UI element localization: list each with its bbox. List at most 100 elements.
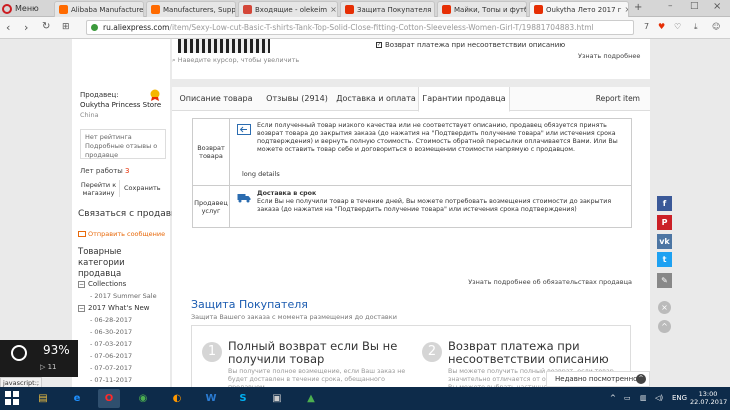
product-image[interactable] (178, 39, 270, 53)
guarantee-label: Возврат товара (193, 119, 230, 185)
seller-name-link[interactable]: Oukytha Princess Store (80, 101, 161, 109)
app-window-icon[interactable]: ▣ (266, 389, 288, 408)
category-label: 07-03-2017 (94, 340, 133, 348)
category-subitem[interactable]: - 07-11-2017 (78, 374, 157, 386)
browser-tab[interactable]: Входящие - olekeim × (238, 1, 338, 17)
gmail-favicon-icon (243, 5, 252, 14)
years-of-work: Лет работы 3 (80, 167, 130, 175)
browser-tab[interactable]: Майки, Топы и футб × (437, 1, 527, 17)
page-content: ⌕ Наведите курсор, чтобы увеличить ✓ Возв… (0, 39, 730, 387)
menu-label: Меню (15, 4, 39, 13)
chrome-icon[interactable]: ◉ (132, 389, 154, 408)
volume-icon[interactable]: ◁) (655, 387, 663, 410)
new-tab-button[interactable]: + (634, 2, 642, 13)
tab-label: Alibaba Manufacturer (71, 5, 144, 14)
goto-store-button[interactable]: Перейти к магазину (78, 180, 120, 197)
close-tab-icon[interactable]: × (624, 5, 628, 14)
protection-item-title: Возврат платежа при несоответствии описа… (448, 339, 609, 366)
system-clock[interactable]: 13:00 22.07.2017 (690, 390, 727, 406)
file-explorer-icon[interactable]: ▤ (32, 389, 54, 408)
send-message-link[interactable]: Отправить сообщение (78, 230, 165, 238)
category-subitem[interactable]: - 07-03-2017 (78, 338, 157, 350)
guarantee-text: Если полученный товар низкого качества и… (257, 122, 618, 153)
opera-menu-button[interactable]: Меню (2, 2, 44, 15)
browser-tab[interactable]: Защита Покупателя× (340, 1, 435, 17)
app-icon[interactable]: ▲ (300, 389, 322, 408)
medal-icon (150, 89, 160, 101)
category-item[interactable]: − Collections (78, 278, 157, 290)
category-item[interactable]: −2017 What's New (78, 302, 157, 314)
protection-item-text: Вы получите полное возмещение, если Ваш … (228, 368, 406, 387)
monitor-icon[interactable]: ▭ (624, 387, 631, 410)
category-subitem[interactable]: - 2017 Summer Sale (78, 290, 157, 302)
opera-taskbar-icon[interactable]: O (98, 389, 120, 408)
app-icon[interactable]: ◐ (166, 389, 188, 408)
extension-badge[interactable]: 7 (644, 22, 649, 31)
category-subitem[interactable]: - 06-30-2017 (78, 326, 157, 338)
tab-shipping[interactable]: Доставка и оплата (334, 87, 418, 111)
guarantee-row-delivery: Продавец услуг Доставка в срок Если Вы н… (193, 186, 631, 228)
twitter-share-icon[interactable]: t (657, 252, 672, 267)
number-one-icon: 1 (202, 342, 222, 362)
zoom-hint-text: Наведите курсор, чтобы увеличить (177, 56, 300, 64)
skype-icon[interactable]: S (232, 389, 254, 408)
edit-icon[interactable]: ✎ (657, 273, 672, 288)
tab-label: Manufacturers, Suppl (163, 5, 236, 14)
save-seller-button[interactable]: Сохранить (124, 184, 161, 192)
reload-icon[interactable]: ↻ (42, 21, 50, 32)
ie-icon[interactable]: e (66, 389, 88, 408)
speed-dial-icon[interactable]: ⊞ (62, 22, 70, 32)
windows-start-icon[interactable] (5, 391, 19, 405)
seller-obligations-link[interactable]: Узнать подробнее об обязательствах прода… (468, 278, 632, 286)
close-tab-icon[interactable]: × (434, 5, 435, 14)
tab-label: Майки, Топы и футб (454, 5, 527, 14)
category-label: 2017 What's New (88, 304, 150, 312)
facebook-share-icon[interactable]: f (657, 196, 672, 211)
collapse-icon[interactable]: − (78, 304, 85, 312)
close-window-icon[interactable]: × (713, 1, 721, 12)
browser-tab-active[interactable]: Oukytha Лето 2017 г× (529, 1, 629, 17)
category-subitem[interactable]: - 07-06-2017 (78, 350, 157, 362)
return-icon (237, 124, 251, 135)
category-label: 06-28-2017 (94, 316, 133, 324)
bookmark-icon[interactable]: ♡ (674, 22, 681, 31)
rating-more-link[interactable]: Подробные отзывы о продавце (85, 142, 161, 160)
tray-chevron-icon[interactable]: ^ (610, 387, 616, 410)
vk-share-icon[interactable]: vk (657, 234, 672, 249)
category-subitem[interactable]: - 06-28-2017 (78, 314, 157, 326)
browser-tab[interactable]: Alibaba Manufacturer× (54, 1, 144, 17)
category-subitem[interactable]: - 07-07-2017 (78, 362, 157, 374)
url-input[interactable]: ru.aliexpress.com/item/Sexy-Low-cut-Basi… (86, 20, 634, 35)
word-icon[interactable]: W (200, 389, 222, 408)
network-icon[interactable]: ▥ (640, 387, 647, 410)
minimize-window-icon[interactable]: – (668, 1, 673, 11)
close-circle-icon[interactable]: × (658, 301, 671, 314)
chevron-up-icon[interactable]: ^ (636, 374, 646, 384)
browser-tab[interactable]: Manufacturers, Suppl× (146, 1, 236, 17)
tab-description[interactable]: Описание товара (172, 87, 260, 111)
download-icon[interactable]: ⤓ (694, 22, 698, 32)
category-label: 07-11-2017 (94, 376, 133, 384)
opera-account-icon[interactable]: ☺ (712, 22, 720, 31)
widget-percent: 93% (43, 343, 70, 357)
recently-viewed-bar[interactable]: Недавно посмотренное ^ (546, 371, 650, 387)
close-tab-icon[interactable]: × (330, 5, 337, 14)
url-host: ru.aliexpress.com (103, 23, 170, 32)
delivery-title: Доставка в срок (257, 190, 317, 197)
category-tree: − Collections - 2017 Summer Sale −2017 Wh… (78, 278, 157, 387)
seller-rating-box: Нет рейтинга Подробные отзывы о продавце (80, 129, 166, 159)
learn-more-link[interactable]: Узнать подробнее (578, 52, 640, 60)
collapse-icon[interactable]: − (78, 280, 85, 288)
scroll-up-icon[interactable]: ^ (658, 320, 671, 333)
maximize-window-icon[interactable]: □ (690, 1, 699, 11)
back-icon[interactable]: ‹ (6, 21, 10, 34)
alibaba-favicon-icon (59, 5, 68, 14)
tab-reviews[interactable]: Отзывы (2914) (260, 87, 334, 111)
pinterest-share-icon[interactable]: P (657, 215, 672, 230)
seller-label: Продавец: (80, 91, 119, 99)
language-indicator[interactable]: ENG (672, 387, 687, 410)
report-item-link[interactable]: Report item (596, 87, 640, 111)
heart-icon[interactable]: ♥ (658, 22, 665, 31)
forward-icon[interactable]: › (24, 21, 28, 34)
tab-seller-guarantees[interactable]: Гарантии продавца (418, 87, 510, 112)
